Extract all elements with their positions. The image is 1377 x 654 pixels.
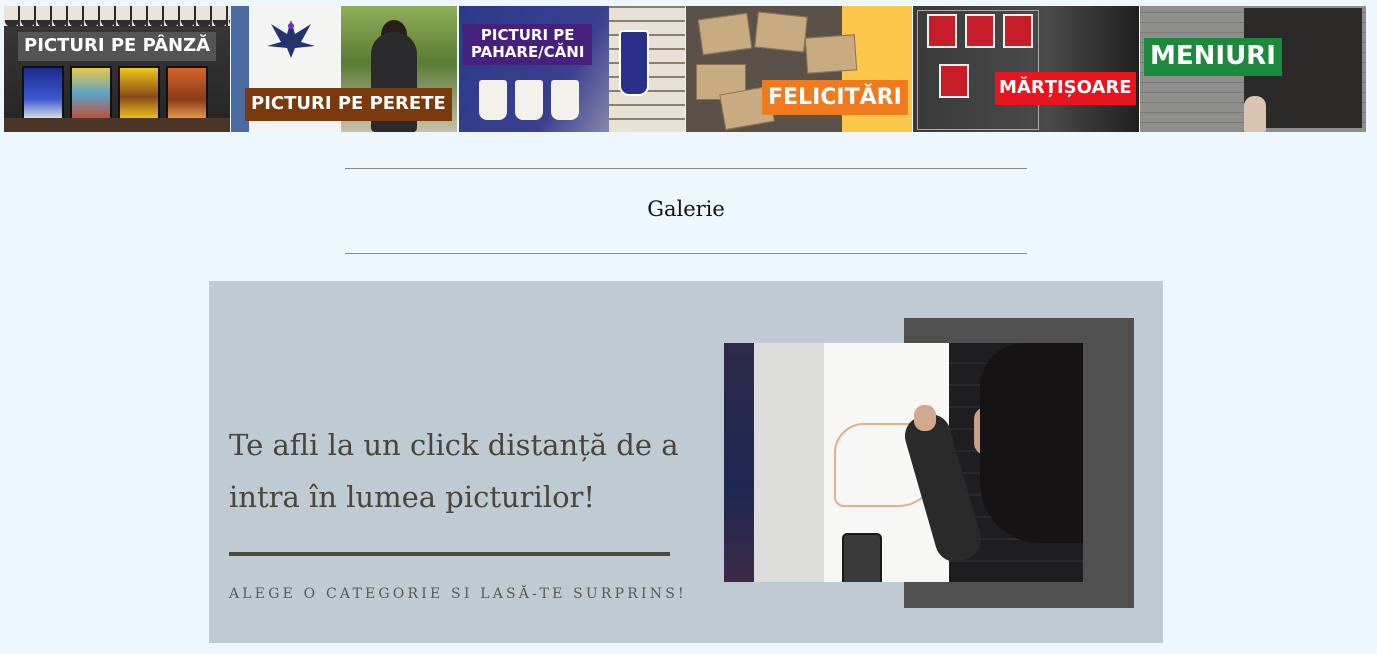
martisor-card (927, 14, 957, 48)
card-envelope (804, 34, 858, 74)
wall-section (754, 343, 824, 582)
divider-top (345, 168, 1027, 169)
card-envelope (697, 12, 753, 56)
category-label: MENIURI (1144, 38, 1282, 76)
banner-headline-line2: intra în lumea picturilor! (229, 480, 596, 514)
banner-headline-line1: Te afli la un click distanță de a (229, 428, 679, 462)
category-tile-picturi-pe-panza[interactable]: PICTURI PE PÂNZĂ (4, 6, 230, 132)
decorative-arches (4, 6, 230, 32)
hero-banner: Te afli la un click distanță de a intra … (209, 281, 1163, 643)
phoenix-painting-icon (267, 20, 315, 58)
painted-mug (515, 80, 543, 120)
category-label: PICTURI PE PÂNZĂ (18, 32, 217, 61)
category-label: MĂRȚIȘOARE (995, 72, 1136, 105)
category-tile-meniuri[interactable]: MENIURI (1140, 6, 1366, 132)
divider-bottom (345, 253, 1027, 254)
banner-underline (229, 552, 670, 556)
martisor-card (939, 64, 969, 98)
category-tile-martisoare[interactable]: MĂRȚIȘOARE (913, 6, 1139, 132)
category-tile-picturi-pe-perete[interactable]: PICTURI PE PERETE (231, 6, 457, 132)
painter-hair (980, 343, 1083, 543)
category-tile-picturi-pe-pahare-cani[interactable]: PICTURI PE PAHARE/CĂNI (459, 6, 685, 132)
category-label: PICTURI PE PERETE (245, 88, 452, 121)
card-envelope (754, 11, 808, 53)
painted-mug (551, 80, 579, 120)
category-label: PICTURI PE PAHARE/CĂNI (463, 24, 593, 65)
painted-cup (619, 30, 649, 96)
category-label-line1: PICTURI PE (480, 26, 575, 44)
category-label-line2: PAHARE/CĂNI (471, 43, 585, 62)
shelf (4, 118, 230, 132)
martisor-card (965, 14, 995, 48)
painted-mug (479, 80, 507, 120)
martisor-card (1003, 14, 1033, 48)
category-tile-felicitari[interactable]: FELICITĂRI (686, 6, 912, 132)
mural-leaf (724, 343, 754, 582)
paintings-thumbnail (22, 66, 218, 124)
painter-hand (914, 405, 936, 431)
category-strip: PICTURI PE PÂNZĂ PICTURI PE PERETE PICTU… (4, 6, 1366, 132)
gallery-title: Galerie (647, 197, 725, 221)
banner-headline: Te afli la un click distanță de a intra … (229, 419, 709, 523)
category-label: FELICITĂRI (762, 80, 908, 116)
phone-in-hand (842, 533, 882, 582)
artist-figure (1244, 96, 1266, 132)
painter-photo (724, 343, 1083, 582)
banner-subtitle: ALEGE O CATEGORIE SI LASĂ-TE SURPRINS! (229, 586, 687, 602)
